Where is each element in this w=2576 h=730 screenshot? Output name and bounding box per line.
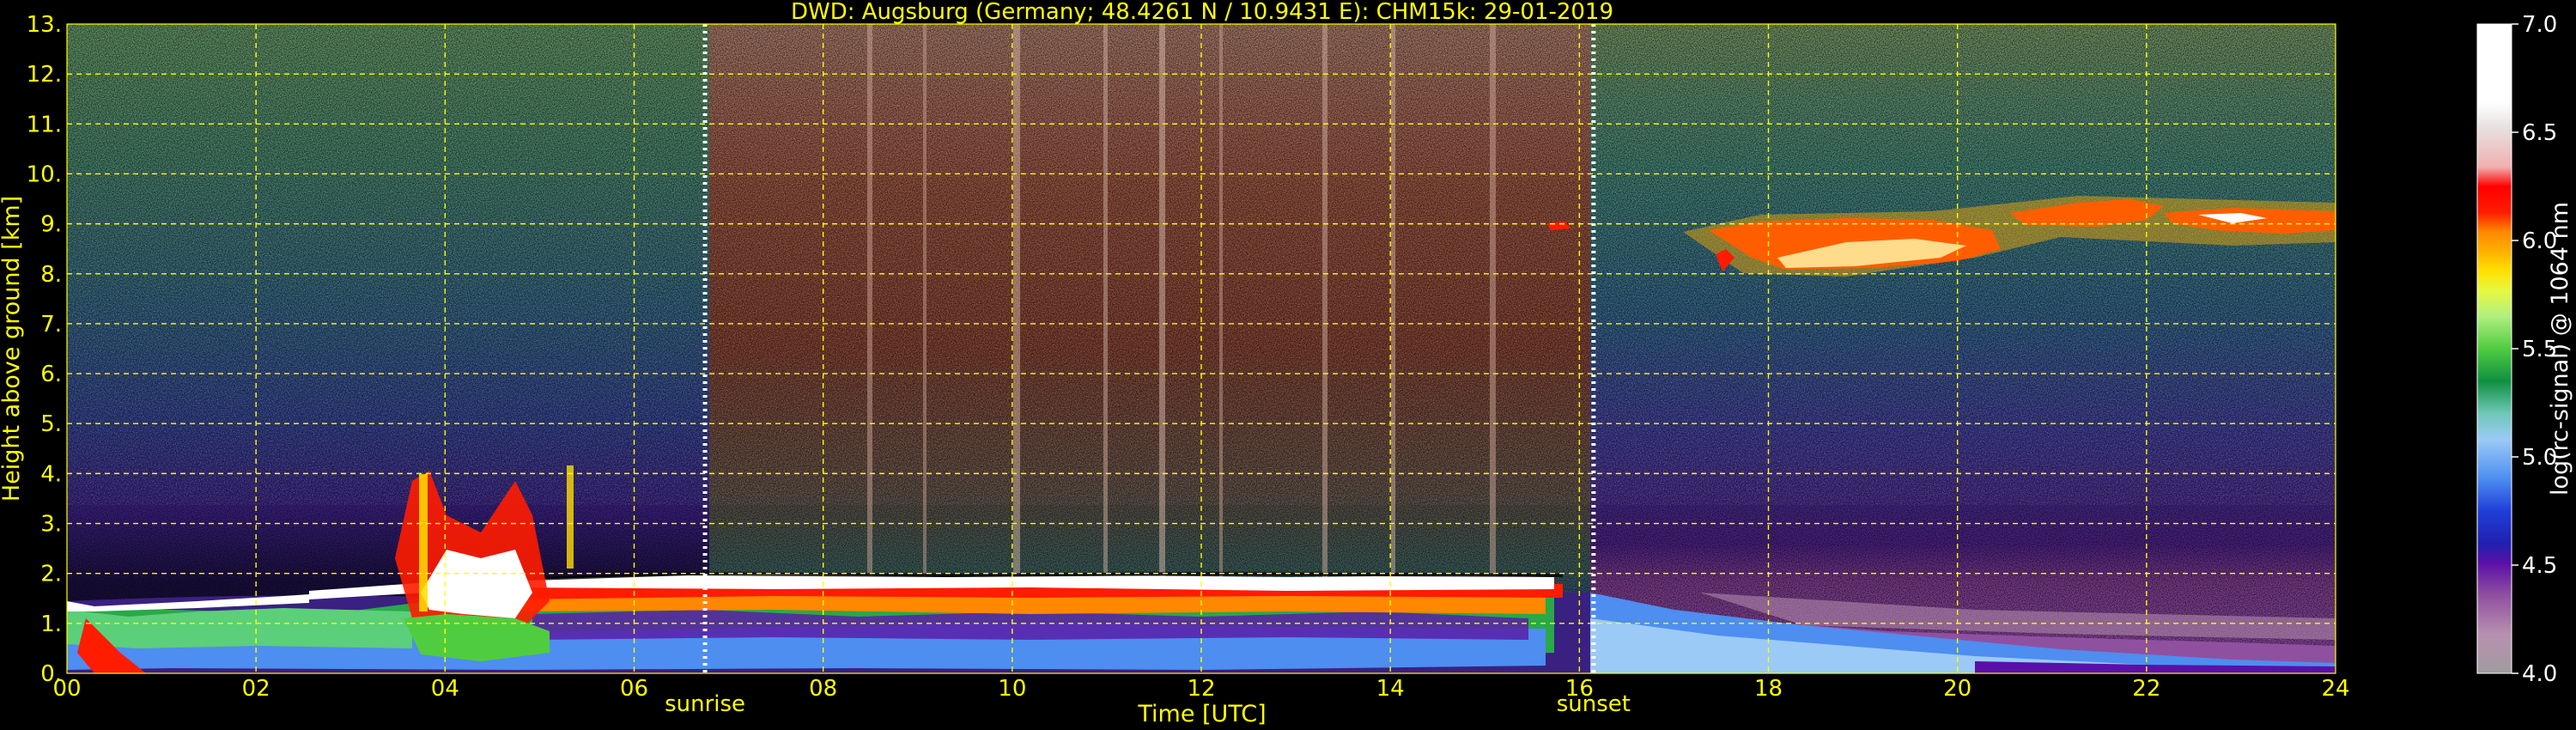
x-tick-label: 18 (1754, 676, 1783, 702)
aerosol-purple-core (532, 610, 1528, 640)
y-tick-label: 9. (40, 212, 62, 238)
y-tick-label: 8. (40, 262, 62, 288)
ceilometer-chart: sunrise sunset 00 02 04 06 08 10 12 14 16 18 20 22 24… (0, 0, 2573, 727)
x-tick-label: 24 (2321, 676, 2349, 702)
colorbar-tick-label: 4.5 (2522, 553, 2557, 579)
sun-marker-label: sunrise (665, 691, 745, 717)
y-tick-label: 13. (27, 12, 62, 38)
x-tick-label: 14 (1376, 676, 1405, 702)
y-tick-label: 7. (40, 312, 62, 338)
y-tick-label: 10. (27, 161, 62, 187)
x-tick-label: 08 (809, 676, 837, 702)
x-tick-label: 10 (998, 676, 1026, 702)
colorbar-tick-label: 6.5 (2522, 120, 2557, 146)
colorbar-tick-label: 7.0 (2522, 12, 2557, 38)
y-tick-label: 1. (40, 611, 62, 637)
y-tick-label: 5. (40, 411, 62, 437)
plume-streak-a (419, 474, 428, 611)
y-tick-label: 0. (40, 661, 62, 687)
y-tick-label: 3. (40, 512, 62, 538)
y-tick-label: 11. (27, 112, 62, 137)
y-axis-ticks: 0. 1. 2. 3. 4. 5. 6. 7. 8. 9. 10. 11. 12. 13. (27, 12, 62, 687)
x-tick-label: 04 (431, 676, 459, 702)
x-tick-label: 16 (1565, 676, 1594, 702)
y-tick-label: 12. (27, 62, 62, 88)
x-axis-label: Time [UTC] (1137, 701, 1266, 727)
x-tick-label: 20 (1943, 676, 1971, 702)
y-axis-label: Height above ground [km] (0, 196, 25, 502)
colorbar-label: log(rc-signal) @ 1064 nm (2547, 202, 2573, 496)
x-tick-label: 22 (2132, 676, 2160, 702)
y-tick-label: 2. (40, 562, 62, 587)
y-tick-label: 6. (40, 362, 62, 387)
x-tick-label: 06 (620, 676, 648, 702)
colorbar (2476, 23, 2512, 674)
x-tick-label: 02 (242, 676, 270, 702)
colorbar-tick-label: 4.0 (2522, 661, 2557, 687)
x-tick-label: 12 (1187, 676, 1215, 702)
x-axis-ticks: 00 02 04 06 08 10 12 14 16 18 20 22 24 (52, 676, 2349, 702)
plume-streak-b (567, 465, 574, 569)
chart-title: DWD: Augsburg (Germany; 48.4261 N / 10.9… (791, 0, 1613, 25)
y-tick-label: 4. (40, 461, 62, 487)
